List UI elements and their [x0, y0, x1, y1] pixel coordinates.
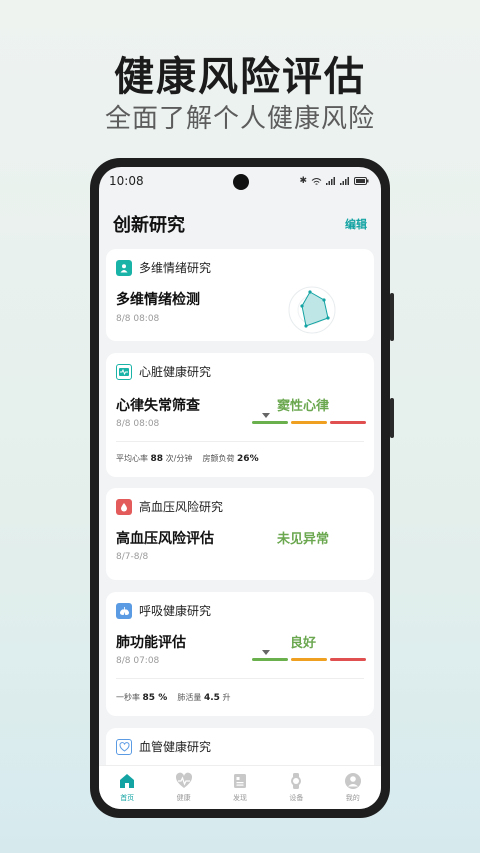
- tab-home[interactable]: 首页: [107, 772, 147, 803]
- card-category: 血管健康研究: [139, 740, 212, 754]
- signal-icon: [340, 177, 349, 185]
- card-time: 8/7-8/8: [116, 552, 149, 562]
- card-title: 高血压风险评估: [116, 531, 214, 547]
- heart-report-icon: [116, 363, 132, 380]
- tab-label: 健康: [176, 794, 191, 802]
- lung-icon: [116, 602, 132, 619]
- metrics-row: 一秒率 85 % 肺活量 4.5 升: [116, 692, 230, 703]
- risk-bar-low: [252, 421, 288, 424]
- phone-screen: 10:08 ✱ 创新研究 编辑 多维情绪研究 多维情绪检测 8/8 08:08 …: [99, 167, 381, 809]
- card-category: 心脏健康研究: [139, 365, 212, 379]
- card-title: 心律失常筛查: [116, 398, 200, 414]
- divider: [116, 441, 364, 442]
- tab-device[interactable]: 设备: [276, 772, 316, 803]
- tab-label: 发现: [232, 794, 247, 802]
- risk-marker: [261, 650, 270, 655]
- risk-bar-mid: [291, 421, 327, 424]
- tab-label: 我的: [345, 794, 360, 802]
- edit-button[interactable]: 编辑: [345, 216, 367, 232]
- divider: [116, 678, 364, 679]
- promo-subtitle: 全面了解个人健康风险: [104, 104, 375, 134]
- signal-icon: [326, 177, 335, 185]
- vessel-icon: [116, 738, 132, 755]
- metric-value: 4.5: [203, 693, 220, 703]
- tab-label: 设备: [289, 794, 304, 802]
- battery-icon: [354, 177, 369, 185]
- volume-button: [390, 293, 394, 341]
- card-respiratory-study[interactable]: 呼吸健康研究 肺功能评估 8/8 07:08 良好 一秒率 85 % 肺活量 4…: [106, 592, 374, 716]
- heartbeat-icon: [175, 772, 192, 788]
- result-label: 窦性心律: [276, 399, 329, 414]
- card-emotion-study[interactable]: 多维情绪研究 多维情绪检测 8/8 08:08: [106, 249, 374, 341]
- risk-bar: [252, 413, 366, 427]
- card-heart-study[interactable]: 心脏健康研究 心律失常筛查 8/8 08:08 窦性心律 平均心率 88 次/分…: [106, 353, 374, 477]
- bluetooth-icon: ✱: [299, 176, 307, 186]
- risk-bar: [252, 650, 366, 664]
- blood-drop-icon: [116, 498, 132, 515]
- card-title: 多维情绪检测: [116, 292, 200, 308]
- card-time: 8/8 08:08: [116, 419, 160, 429]
- card-title: 肺功能评估: [116, 635, 186, 651]
- page-header: 创新研究 编辑: [113, 211, 367, 237]
- discover-icon: [233, 774, 246, 788]
- radar-chart-icon: [288, 286, 336, 334]
- wifi-icon: [311, 177, 322, 185]
- page-title: 创新研究: [113, 215, 185, 236]
- card-time: 8/8 07:08: [116, 656, 160, 666]
- metrics-row: 平均心率 88 次/分钟 房颤负荷 26%: [116, 453, 259, 464]
- power-button: [390, 398, 394, 438]
- metric-value: 26%: [237, 454, 259, 464]
- metric-label: 平均心率: [116, 454, 148, 463]
- status-time: 10:08: [109, 174, 144, 188]
- metric-value: 85 %: [142, 693, 168, 703]
- result-label: 良好: [289, 636, 316, 651]
- risk-bar-high: [330, 658, 366, 661]
- metric-unit: 升: [222, 693, 231, 702]
- status-icons: ✱: [299, 176, 369, 186]
- promo-title: 健康风险评估: [114, 54, 366, 100]
- bottom-tab-bar: 首页 健康 发现 设备 我的: [99, 765, 381, 809]
- risk-bar-mid: [291, 658, 327, 661]
- phone-frame: 10:08 ✱ 创新研究 编辑 多维情绪研究 多维情绪检测 8/8 08:08 …: [90, 158, 394, 818]
- profile-icon: [344, 773, 361, 789]
- metric-unit: 次/分钟: [165, 454, 193, 463]
- tab-health[interactable]: 健康: [164, 772, 204, 803]
- home-icon: [120, 774, 135, 788]
- card-category: 呼吸健康研究: [139, 604, 212, 618]
- tab-label: 首页: [120, 794, 135, 802]
- metric-value: 88: [150, 454, 164, 464]
- metric-label: 一秒率: [116, 693, 140, 702]
- risk-bar-high: [330, 421, 366, 424]
- card-hypertension-study[interactable]: 高血压风险研究 高血压风险评估 8/7-8/8 未见异常: [106, 488, 374, 580]
- card-time: 8/8 08:08: [116, 314, 160, 324]
- metric-label: 房颤负荷: [202, 454, 235, 463]
- result-label: 未见异常: [276, 532, 329, 547]
- tab-discover[interactable]: 发现: [220, 772, 260, 803]
- risk-bar-low: [252, 658, 288, 661]
- camera-hole: [233, 174, 249, 190]
- card-category: 高血压风险研究: [139, 500, 224, 514]
- tab-mine[interactable]: 我的: [333, 772, 373, 803]
- person-icon: [116, 259, 132, 276]
- card-category: 多维情绪研究: [139, 261, 212, 275]
- risk-marker: [261, 413, 270, 418]
- watch-icon: [291, 773, 302, 789]
- metric-label: 肺活量: [177, 693, 202, 702]
